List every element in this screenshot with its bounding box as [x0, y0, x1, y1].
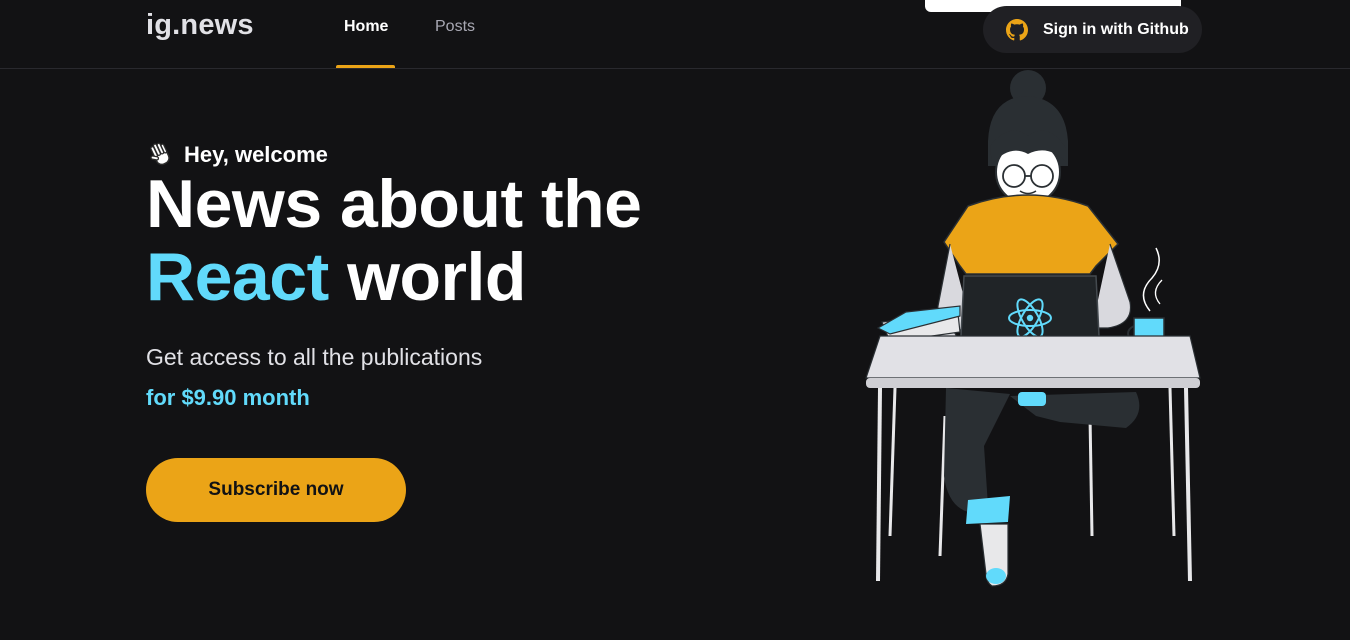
- nav-home-link[interactable]: Home: [344, 18, 388, 36]
- top-header: ig.news Home Posts Sign in with Github: [0, 0, 1350, 69]
- headline-react-word: React: [146, 239, 329, 315]
- hero-lead-text: Get access to all the publications: [146, 344, 483, 370]
- hero-price: for $9.90 month: [146, 385, 310, 410]
- woman-coding-illustration: [865, 70, 1201, 587]
- greeting-text: Hey, welcome: [184, 142, 328, 167]
- sign-in-github-button[interactable]: Sign in with Github: [983, 6, 1202, 53]
- subscribe-button[interactable]: Subscribe now: [146, 458, 406, 522]
- headline-rest: world: [328, 239, 526, 315]
- github-icon: [1006, 18, 1028, 40]
- active-nav-underline: [336, 65, 395, 68]
- logo[interactable]: ig.news: [146, 9, 254, 42]
- headline-line1: News about the: [146, 166, 642, 242]
- nav-posts-link[interactable]: Posts: [435, 18, 475, 36]
- hero-headline: News about the React world: [146, 168, 746, 314]
- sign-in-label: Sign in with Github: [1043, 20, 1189, 38]
